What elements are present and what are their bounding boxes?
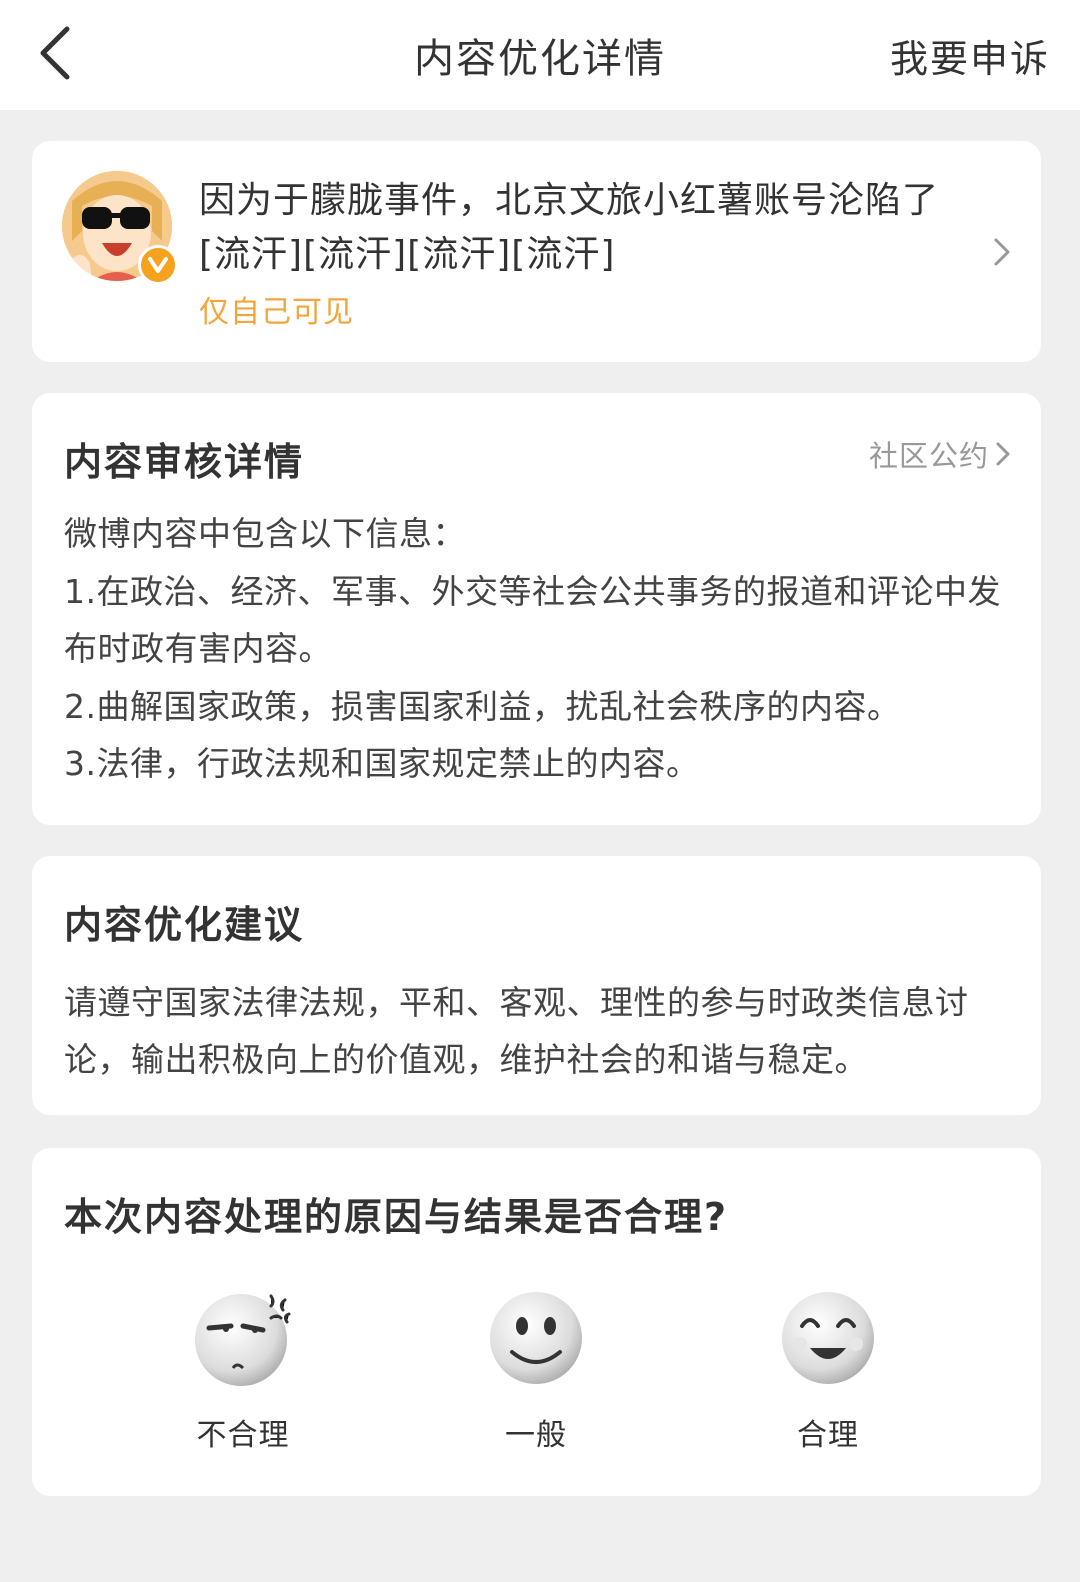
optimization-advice-card: 内容优化建议 请遵守国家法律法规，平和、客观、理性的参与时政类信息讨论，输出积极…: [32, 856, 1041, 1115]
rating-unreasonable-button[interactable]: 不合理: [153, 1288, 333, 1454]
rating-label: 合理: [797, 1418, 859, 1453]
top-nav-bar: 内容优化详情 我要申诉: [0, 0, 1080, 110]
post-text: 因为于朦胧事件，北京文旅小红薯账号沦陷了[流汗][流汗][流汗][流汗]: [199, 180, 940, 275]
chevron-right-icon: [996, 442, 1010, 466]
feedback-card: 本次内容处理的原因与结果是否合理? 不合理 一般 合理: [32, 1148, 1041, 1496]
feedback-question: 本次内容处理的原因与结果是否合理?: [64, 1195, 729, 1239]
review-section-title: 内容审核详情: [64, 440, 305, 484]
appeal-button[interactable]: 我要申诉: [890, 28, 1050, 83]
rating-label: 不合理: [196, 1418, 290, 1453]
rating-average-button[interactable]: 一般: [446, 1288, 626, 1454]
advice-section-title: 内容优化建议: [64, 903, 305, 947]
review-line: 3.法律，行政法规和国家规定禁止的内容。: [64, 744, 700, 783]
rating-label: 一般: [505, 1418, 567, 1453]
review-details-card: 内容审核详情 社区公约 微博内容中包含以下信息： 1.在政治、经济、军事、外交等…: [32, 393, 1041, 825]
review-line: 1.在政治、经济、军事、外交等社会公共事务的报道和评论中发布时政有害内容。: [64, 571, 1001, 669]
community-rules-link[interactable]: 社区公约: [869, 433, 1011, 475]
avatar: [62, 171, 178, 285]
neutral-face-icon: [490, 1292, 582, 1384]
happy-face-icon: [782, 1292, 874, 1384]
review-line: 微博内容中包含以下信息：: [64, 514, 466, 553]
rating-reasonable-button[interactable]: 合理: [738, 1288, 918, 1454]
visibility-status: 仅自己可见: [199, 295, 354, 330]
advice-body: 请遵守国家法律法规，平和、客观、理性的参与时政类信息讨论，输出积极向上的价值观，…: [64, 983, 969, 1079]
chevron-right-icon: [994, 238, 1010, 266]
review-line: 2.曲解国家政策，损害国家利益，扰乱社会秩序的内容。: [64, 686, 901, 726]
angry-face-icon: [195, 1294, 291, 1386]
post-card[interactable]: 因为于朦胧事件，北京文旅小红薯账号沦陷了[流汗][流汗][流汗][流汗] 仅自己…: [32, 141, 1041, 362]
verified-badge-icon: [138, 245, 178, 285]
review-body: 微博内容中包含以下信息： 1.在政治、经济、军事、外交等社会公共事务的报道和评论…: [64, 505, 1014, 793]
community-rules-label: 社区公约: [868, 439, 989, 473]
